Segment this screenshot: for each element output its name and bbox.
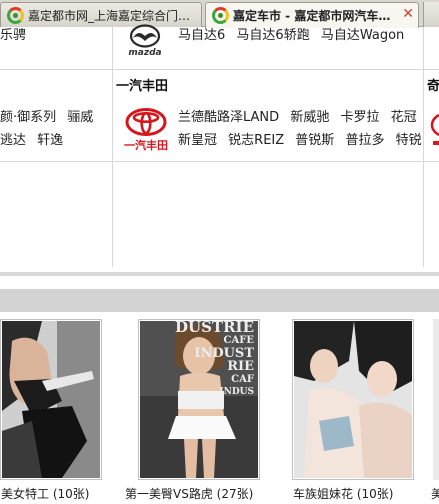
poster-text: RIE [227,359,254,374]
table-divider [0,69,439,70]
gallery-photo-2[interactable]: DUSTRIE CAFE INDUST RIE CAF INDUS [138,319,260,480]
gallery-photo-1[interactable] [0,319,102,480]
left-model-list: 颜·御系列 骊威 [0,109,100,127]
model-link-mazda6[interactable]: 马自达6 [178,28,225,43]
partial-brand-logo [430,111,439,151]
faw-toyota-wordmark: 一汽丰田 [124,139,168,152]
mazda-logo[interactable]: mazda [124,24,166,60]
gallery-photo-4-edge[interactable] [433,319,439,480]
toyota-model-list: 兰德酷路泽LAND 新威驰 卡罗拉 花冠 [178,109,424,127]
gallery-caption-2[interactable]: 第一美臀VS路虎 (27张) [125,485,253,502]
model-link-terui[interactable]: 特锐 [396,133,422,148]
section-separator [0,272,439,276]
model-link-prius[interactable]: 普锐斯 [295,133,334,148]
tab-scroll-area[interactable] [423,2,439,27]
model-link-prado[interactable]: 普拉多 [345,133,384,148]
poster-text: CAF [231,374,254,385]
poster-text-overlay: DUSTRIE CAFE INDUST RIE CAF INDUS [140,321,258,399]
site-favicon-icon [212,7,229,24]
model-link[interactable]: 颜·御系列 [0,110,56,125]
model-link[interactable]: 骊威 [67,110,93,125]
model-link-new-vios[interactable]: 新威驰 [290,110,329,125]
left-model-list: 乐骋 [0,27,33,45]
gallery-photo-3[interactable] [292,319,414,480]
browser-tab-bar: 嘉定都市网_上海嘉定综合门… 嘉定车市 - 嘉定都市网汽车… ✕ [0,0,439,28]
gallery-caption-1[interactable]: 美女特工 (10张) [1,485,89,502]
site-favicon-icon [7,6,24,24]
section-header-bar [0,289,439,312]
poster-text: INDUS [219,387,254,397]
table-divider [0,161,439,162]
model-link[interactable]: 逃达 [0,133,26,148]
model-link-reiz[interactable]: 锐志REIZ [228,133,284,148]
tab-jiading-cars[interactable]: 嘉定车市 - 嘉定都市网汽车… ✕ [205,2,419,28]
tab-label: 嘉定车市 - 嘉定都市网汽车… [233,9,391,23]
model-photo-image [2,321,100,478]
partial-logo-icon [430,113,439,145]
tab-jiading-portal[interactable]: 嘉定都市网_上海嘉定综合门… [0,2,202,27]
gallery-caption-3[interactable]: 车族姐妹花 (10张) [293,485,393,502]
model-photo-image [294,321,412,478]
left-model-list: 逃达 轩逸 [0,132,70,150]
poster-text: DUSTRIE [175,321,254,336]
faw-toyota-logo[interactable]: 一汽丰田 [121,107,171,152]
model-link[interactable]: 轩逸 [37,133,63,148]
model-link-crown[interactable]: 新皇冠 [178,133,217,148]
brand-title-faw-toyota[interactable]: 一汽丰田 [116,75,168,94]
car-brand-table: 乐骋 mazda 马自达6 马自达6轿跑 马自达Wagon 颜·御系列 骊威 逃… [0,24,439,267]
toyota-logo-icon [125,108,167,136]
mazda-model-list: 马自达6 马自达6轿跑 马自达Wagon [178,27,411,45]
model-link-mazda-wagon[interactable]: 马自达Wagon [321,28,404,43]
close-tab-icon[interactable]: ✕ [402,6,414,22]
table-divider [112,27,113,267]
model-link-mazda6-coupe[interactable]: 马自达6轿跑 [236,28,309,43]
gallery-caption-4[interactable]: 美 [431,485,439,502]
mazda-wordmark: mazda [128,48,162,58]
brand-title-partial[interactable]: 奇 [427,75,439,94]
model-link-corolla[interactable]: 卡罗拉 [340,110,379,125]
model-link-land-cruiser[interactable]: 兰德酷路泽LAND [178,110,279,125]
toyota-model-list: 新皇冠 锐志REIZ 普锐斯 普拉多 特锐 [178,132,429,150]
model-link-lechi[interactable]: 乐骋 [0,28,26,43]
tab-label: 嘉定都市网_上海嘉定综合门… [28,8,191,23]
model-link-corolla-ex[interactable]: 花冠 [391,110,417,125]
